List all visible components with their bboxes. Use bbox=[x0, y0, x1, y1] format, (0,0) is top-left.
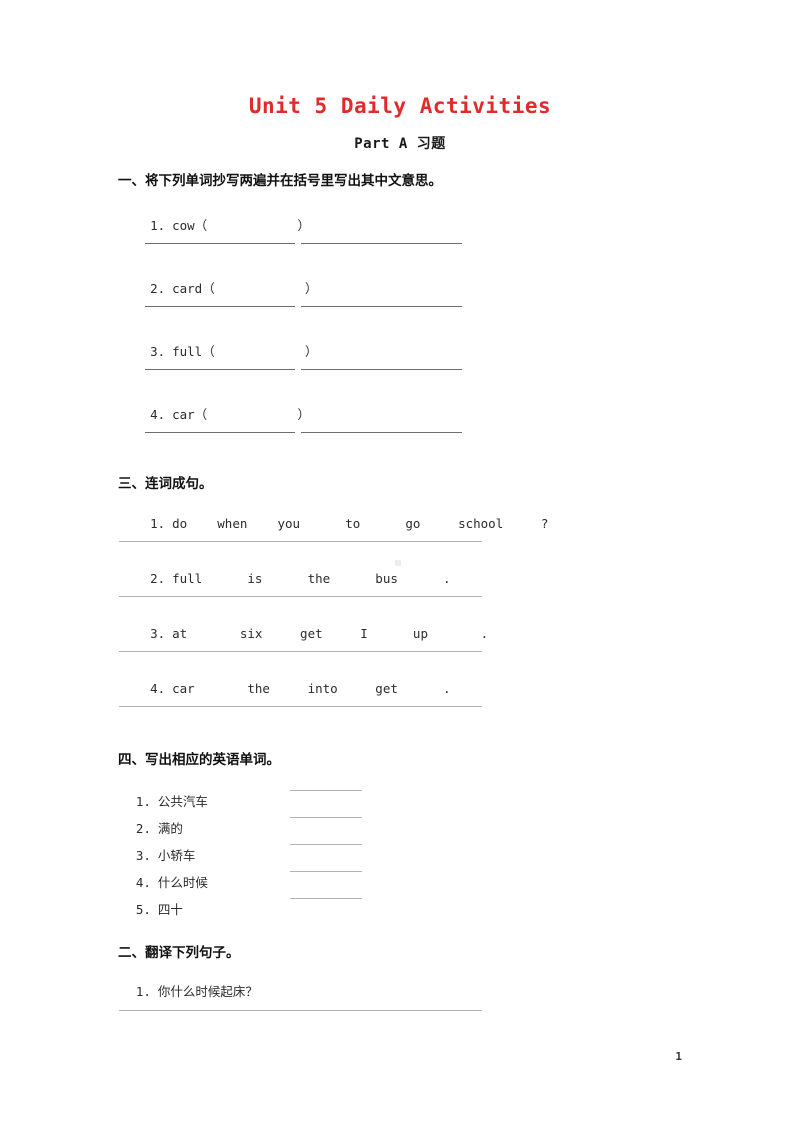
item-text: 你什么时候起床？ bbox=[157, 984, 258, 999]
blank-line[interactable] bbox=[301, 432, 462, 433]
blank-line[interactable] bbox=[301, 243, 462, 244]
item-text: card（ ） bbox=[172, 281, 318, 296]
answer-line[interactable] bbox=[119, 541, 482, 542]
list-item: 1. do when you to go school ? bbox=[120, 501, 548, 546]
item-index: 2. bbox=[150, 281, 166, 296]
section-heading-translate: 二、翻译下列句子。 bbox=[118, 945, 240, 961]
answer-line[interactable] bbox=[119, 651, 482, 652]
blank-line[interactable] bbox=[145, 432, 295, 433]
blank-line[interactable] bbox=[290, 817, 362, 818]
list-item: 2. card（ ） bbox=[120, 263, 318, 312]
item-text: full is the bus . bbox=[172, 571, 451, 586]
item-index: 1. bbox=[150, 218, 166, 233]
blank-line[interactable] bbox=[290, 871, 362, 872]
item-index: 1. bbox=[150, 516, 166, 531]
item-text: car the into get . bbox=[172, 681, 451, 696]
section-heading-make-sentences: 三、连词成句。 bbox=[118, 476, 213, 492]
blank-line[interactable] bbox=[290, 844, 362, 845]
blank-line[interactable] bbox=[145, 306, 295, 307]
blank-line[interactable] bbox=[290, 790, 362, 791]
scan-artifact bbox=[395, 560, 401, 566]
item-index: 2. bbox=[150, 571, 166, 586]
blank-line[interactable] bbox=[301, 369, 462, 370]
worksheet-page: Unit 5 Daily Activities Part A 习题 一、将下列单… bbox=[0, 0, 800, 1132]
list-item: 1. 你什么时候起床？ bbox=[120, 966, 258, 1015]
page-number: 1 bbox=[675, 1050, 682, 1063]
answer-line[interactable] bbox=[119, 1010, 482, 1011]
page-title: Unit 5 Daily Activities bbox=[248, 94, 552, 118]
item-text: cow（ ） bbox=[172, 218, 310, 233]
item-text: car（ ） bbox=[172, 407, 310, 422]
section-heading-copy-words: 一、将下列单词抄写两遍并在括号里写出其中文意思。 bbox=[118, 173, 442, 189]
item-index: 1. bbox=[135, 984, 151, 999]
blank-line[interactable] bbox=[290, 898, 362, 899]
item-index: 5. bbox=[135, 902, 151, 917]
item-index: 3. bbox=[150, 344, 166, 359]
item-text: do when you to go school ? bbox=[172, 516, 549, 531]
section-heading-write-english: 四、写出相应的英语单词。 bbox=[118, 752, 280, 768]
page-subtitle: Part A 习题 bbox=[354, 136, 446, 152]
blank-line[interactable] bbox=[145, 243, 295, 244]
answer-line[interactable] bbox=[119, 706, 482, 707]
list-item: 4. car（ ） bbox=[120, 389, 310, 438]
list-item: 1. cow（ ） bbox=[120, 200, 310, 249]
blank-line[interactable] bbox=[301, 306, 462, 307]
list-item: 4. car the into get . bbox=[120, 666, 451, 711]
item-index: 3. bbox=[150, 626, 166, 641]
answer-line[interactable] bbox=[119, 596, 482, 597]
item-text: 四十 bbox=[157, 902, 183, 917]
blank-line[interactable] bbox=[145, 369, 295, 370]
list-item: 3. at six get I up . bbox=[120, 611, 488, 656]
list-item: 3. full（ ） bbox=[120, 326, 318, 375]
item-index: 4. bbox=[150, 407, 166, 422]
list-item: 5. 四十 bbox=[120, 884, 183, 933]
item-index: 4. bbox=[150, 681, 166, 696]
item-text: at six get I up . bbox=[172, 626, 489, 641]
item-text: full（ ） bbox=[172, 344, 318, 359]
